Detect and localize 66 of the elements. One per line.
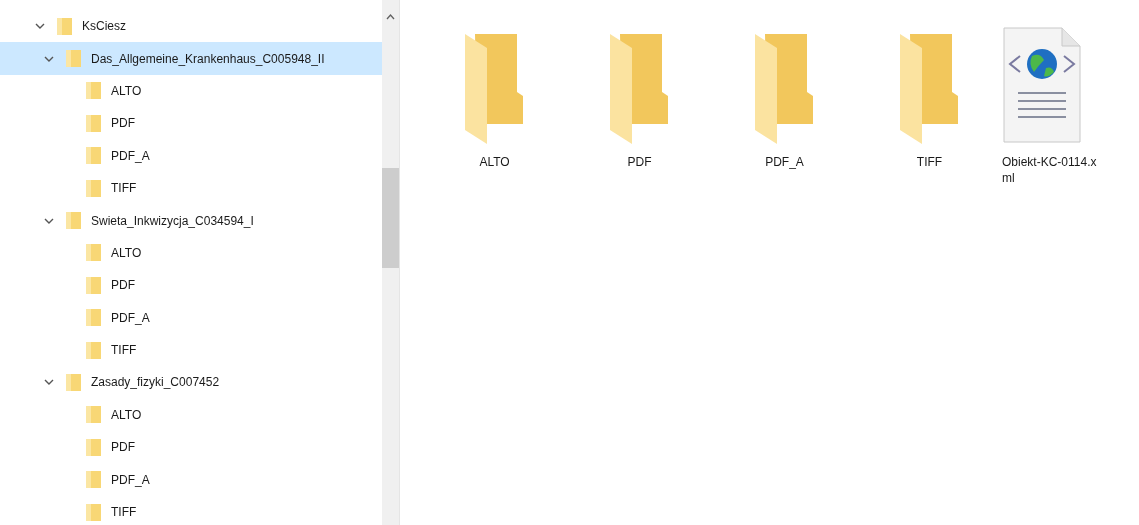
file-name: TIFF [916, 154, 943, 170]
folder-icon [86, 179, 101, 197]
tree-item[interactable]: KsCiesz [0, 10, 382, 43]
tree-label: TIFF [111, 504, 137, 522]
scroll-up-icon[interactable] [386, 14, 395, 20]
folder-icon [464, 34, 525, 144]
tree-item[interactable]: Das_Allgemeine_Krankenhaus_C005948_II [0, 42, 382, 75]
tree-item[interactable]: PDF [0, 431, 382, 464]
folder-icon [86, 341, 101, 359]
tree-label: PDF_A [111, 471, 150, 489]
file-name: PDF [627, 154, 652, 170]
tree-item[interactable]: PDF [0, 107, 382, 140]
tree-label: TIFF [111, 342, 137, 360]
folder-icon [86, 406, 101, 424]
scrollbar[interactable] [382, 0, 399, 525]
tree-label: Das_Allgemeine_Krankenhaus_C005948_II [91, 50, 325, 68]
tree-item[interactable]: Swieta_Inkwizycja_C034594_I [0, 204, 382, 237]
tree-label: PDF [111, 277, 135, 295]
tree-label: Zasady_fizyki_C007452 [91, 374, 220, 392]
folder-icon [66, 212, 81, 230]
file-item[interactable]: TIFF [857, 18, 1002, 170]
tree-item[interactable]: Zasady_fizyki_C007452 [0, 366, 382, 399]
folder-icon [86, 276, 101, 294]
tree-item[interactable]: ALTO [0, 398, 382, 432]
tree-item[interactable]: ALTO [0, 236, 382, 270]
tree-item[interactable]: TIFF [0, 333, 382, 367]
tree-item[interactable]: TIFF [0, 171, 382, 205]
tree-item[interactable]: PDF_A [0, 139, 382, 172]
folder-icon [86, 114, 101, 132]
file-name: ALTO [479, 154, 510, 170]
file-name: Obiekt-KC-0114.x ml [1002, 154, 1097, 186]
folder-icon [86, 82, 101, 100]
folder-icon [86, 471, 101, 489]
folder-icon [66, 374, 81, 391]
tree-label: PDF_A [111, 309, 150, 327]
file-name: PDF_A [765, 154, 804, 170]
tree-label: PDF [111, 115, 135, 133]
folder-icon [86, 503, 101, 521]
tree-item[interactable]: PDF [0, 269, 382, 302]
tree-item[interactable]: PDF_A [0, 463, 382, 496]
tree-label: ALTO [111, 82, 142, 100]
tree-label: PDF [111, 439, 135, 457]
file-item[interactable]: Obiekt-KC-0114.x ml [1002, 18, 1122, 186]
tree-label: TIFF [111, 180, 137, 198]
tree-label: Swieta_Inkwizycja_C034594_I [91, 212, 254, 230]
xml-file-icon [1002, 26, 1082, 144]
tree-label: PDF_A [111, 147, 150, 165]
file-item[interactable]: ALTO [422, 18, 567, 170]
folder-icon [86, 438, 101, 456]
folder-icon [57, 17, 72, 35]
file-item[interactable]: PDF [567, 18, 712, 170]
tree-item[interactable]: ALTO [0, 74, 382, 108]
folder-icon [754, 34, 815, 144]
tree-label: ALTO [111, 406, 142, 424]
tree-item[interactable]: PDF_A [0, 301, 382, 334]
folder-icon [66, 50, 81, 68]
folder-icon [899, 34, 960, 144]
file-item[interactable]: PDF_A [712, 18, 857, 170]
tree-label: KsCiesz [82, 18, 126, 36]
folder-icon [86, 147, 101, 165]
tree-label: ALTO [111, 244, 142, 262]
folder-icon [86, 309, 101, 327]
tree-item[interactable]: TIFF [0, 495, 382, 525]
scrollbar-thumb[interactable] [382, 168, 399, 268]
folder-icon [609, 34, 670, 144]
folder-icon [86, 244, 101, 262]
